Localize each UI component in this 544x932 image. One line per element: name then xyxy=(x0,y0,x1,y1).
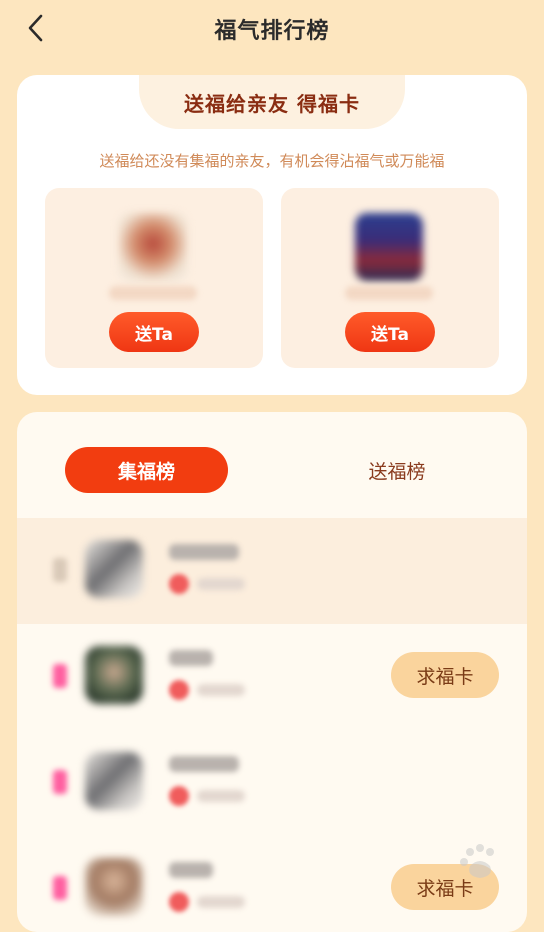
user-avatar xyxy=(85,646,143,704)
ranking-card: 集福榜 送福榜 求福卡 求福卡 xyxy=(17,412,527,932)
friend-card-2: 送Ta xyxy=(281,188,499,368)
rank-number xyxy=(53,770,67,794)
rank-number xyxy=(53,876,67,900)
heart-icon xyxy=(169,786,189,806)
friend-avatar xyxy=(355,213,423,281)
ranking-row: 求福卡 xyxy=(17,836,527,932)
ask-card-button[interactable]: 求福卡 xyxy=(391,652,499,698)
ranking-row xyxy=(17,518,527,624)
friend-name-blurred xyxy=(345,286,433,300)
heart-icon xyxy=(169,892,189,912)
card-count-blurred xyxy=(197,790,245,802)
user-name-blurred xyxy=(169,862,213,878)
header-bar: 福气排行榜 xyxy=(0,0,544,58)
send-ta-button-2[interactable]: 送Ta xyxy=(345,312,435,352)
rank-number xyxy=(53,664,67,688)
user-avatar xyxy=(85,540,143,598)
ask-card-button[interactable]: 求福卡 xyxy=(391,864,499,910)
heart-icon xyxy=(169,680,189,700)
user-avatar xyxy=(85,752,143,810)
user-name-blurred xyxy=(169,544,239,560)
send-ta-button-1[interactable]: 送Ta xyxy=(109,312,199,352)
ranking-row xyxy=(17,730,527,836)
friend-card-1: 送Ta xyxy=(45,188,263,368)
page-title: 福气排行榜 xyxy=(214,19,330,44)
tab-send-ranking[interactable]: 送福榜 xyxy=(317,447,477,493)
user-avatar xyxy=(85,858,143,916)
card-count-blurred xyxy=(197,684,245,696)
rank-number xyxy=(53,558,67,582)
tab-collect-ranking[interactable]: 集福榜 xyxy=(65,447,228,493)
user-name-blurred xyxy=(169,756,239,772)
card-count-blurred xyxy=(197,578,245,590)
friend-name-blurred xyxy=(109,286,197,300)
ranking-row: 求福卡 xyxy=(17,624,527,730)
user-name-blurred xyxy=(169,650,213,666)
heart-icon xyxy=(169,574,189,594)
send-section-heading: 送福给亲友 得福卡 xyxy=(184,91,360,116)
send-section-heading-tab: 送福给亲友 得福卡 xyxy=(139,75,405,129)
send-blessing-card: 送福给亲友 得福卡 送福给还没有集福的亲友，有机会得沾福气或万能福 送Ta 送T… xyxy=(17,75,527,395)
send-section-description: 送福给还没有集福的亲友，有机会得沾福气或万能福 xyxy=(99,152,445,170)
friend-avatar xyxy=(119,213,187,281)
